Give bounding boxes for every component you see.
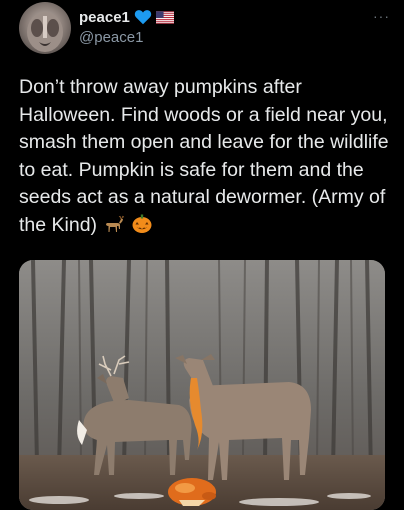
tweet-text: Don’t throw away pumpkins after Hallowee… [19, 74, 391, 242]
avatar[interactable] [19, 2, 71, 54]
deer-icon [103, 214, 125, 243]
us-flag-icon [155, 10, 174, 24]
more-options-icon[interactable]: ··· [373, 8, 390, 24]
tweet-media-photo[interactable] [19, 260, 385, 510]
blue-heart-icon [134, 10, 152, 25]
deer-photo [19, 260, 385, 510]
author-name-row: peace1 [79, 7, 174, 27]
jack-o-lantern-icon [131, 212, 153, 243]
avatar-image [27, 12, 63, 52]
display-name[interactable]: peace1 [79, 9, 130, 26]
author-handle[interactable]: @peace1 [79, 29, 143, 46]
tweet-body: Don’t throw away pumpkins after Hallowee… [19, 76, 389, 236]
pumpkin-pieces [168, 478, 216, 506]
